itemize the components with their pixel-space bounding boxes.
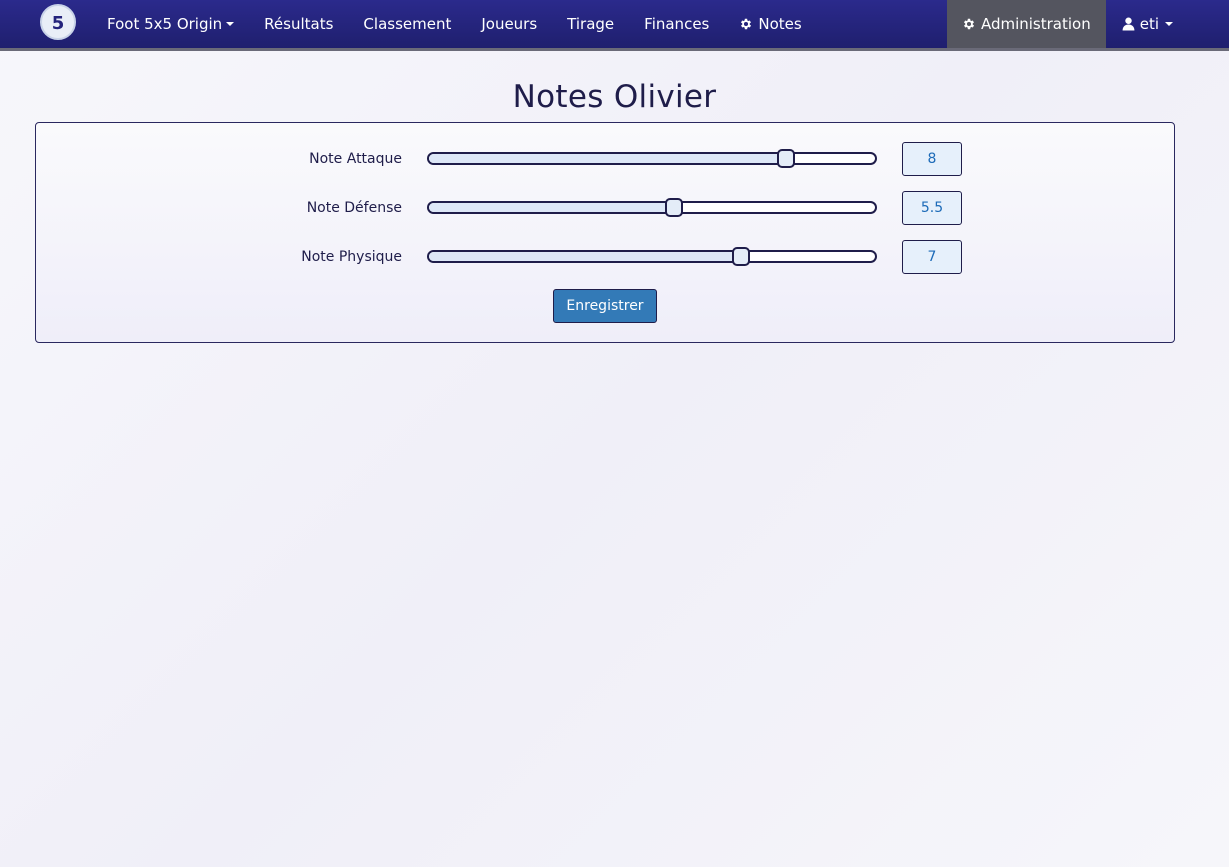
rating-slider-physique[interactable] <box>427 247 877 266</box>
nav-item-label: Notes <box>758 15 802 33</box>
caret-down-icon <box>226 22 235 26</box>
nav-item-label: Finances <box>644 15 710 33</box>
gear-icon <box>739 17 753 31</box>
page-title: Notes Olivier <box>512 79 717 115</box>
user-icon <box>1122 17 1135 31</box>
nav-item-label: Classement <box>363 15 452 33</box>
slider-thumb[interactable] <box>732 247 751 266</box>
nav-item-resultats[interactable]: Résultats <box>249 0 348 48</box>
nav-item-label: Foot 5x5 Origin <box>107 15 223 33</box>
nav-item-tirage[interactable]: Tirage <box>552 0 629 48</box>
rating-row-attaque: Note Attaque 8 <box>36 142 1174 176</box>
5x5-logo-icon[interactable]: 5 <box>40 4 76 40</box>
nav-left-menu: Foot 5x5 Origin Résultats Classement Jou… <box>92 0 817 48</box>
save-button[interactable]: Enregistrer <box>553 289 657 323</box>
nav-item-finances[interactable]: Finances <box>629 0 724 48</box>
slider-fill <box>429 203 675 212</box>
rating-row-physique: Note Physique 7 <box>36 240 1174 274</box>
nav-item-label: Tirage <box>567 15 615 33</box>
rating-value-defense[interactable]: 5.5 <box>902 191 962 225</box>
rating-value-attaque[interactable]: 8 <box>902 142 962 176</box>
rating-label: Note Physique <box>301 249 402 265</box>
nav-item-administration[interactable]: Administration <box>946 0 1106 48</box>
rating-label: Note Défense <box>306 200 402 216</box>
ratings-panel: Note Attaque 8 Note Défense 5.5 Note Phy… <box>35 122 1175 343</box>
nav-item-label: Joueurs <box>481 15 538 33</box>
slider-fill <box>429 154 786 163</box>
nav-item-classement[interactable]: Classement <box>348 0 466 48</box>
rating-slider-attaque[interactable] <box>427 149 877 168</box>
slider-thumb[interactable] <box>776 149 795 168</box>
top-navbar: 5 Foot 5x5 Origin Résultats Classement J… <box>0 0 1229 51</box>
nav-item-label: Administration <box>980 15 1091 33</box>
nav-item-joueurs[interactable]: Joueurs <box>466 0 552 48</box>
rating-row-defense: Note Défense 5.5 <box>36 191 1174 225</box>
nav-item-notes[interactable]: Notes <box>724 0 816 48</box>
svg-text:5: 5 <box>52 13 65 34</box>
rating-slider-defense[interactable] <box>427 198 877 217</box>
rating-value-physique[interactable]: 7 <box>902 240 962 274</box>
nav-item-label: Résultats <box>264 15 334 33</box>
gear-icon <box>962 17 976 31</box>
nav-right-menu: Administration eti <box>946 0 1189 48</box>
rating-label: Note Attaque <box>309 151 402 167</box>
nav-item-label: eti <box>1139 15 1159 33</box>
slider-thumb[interactable] <box>665 198 684 217</box>
nav-item-foot-5x5-origin[interactable]: Foot 5x5 Origin <box>92 0 249 48</box>
slider-fill <box>429 252 742 261</box>
nav-item-user-menu[interactable]: eti <box>1106 0 1189 48</box>
caret-down-icon <box>1165 22 1173 26</box>
